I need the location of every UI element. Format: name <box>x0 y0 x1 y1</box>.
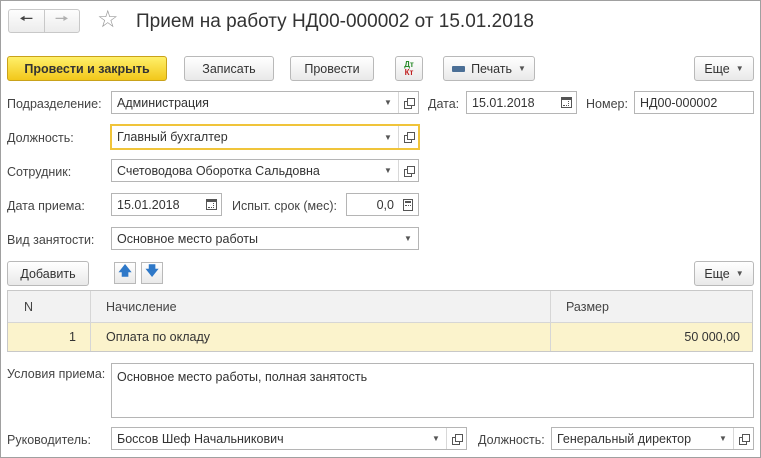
dt-kt-icon: Дт Кт <box>404 59 414 77</box>
column-accrual[interactable]: Начисление <box>106 291 177 323</box>
cell-n: 1 <box>69 330 76 344</box>
back-button[interactable]: 🠔 <box>9 10 45 32</box>
move-down-button[interactable]: 🡇 <box>141 262 163 284</box>
number-field[interactable]: НД00-000002 <box>634 91 754 114</box>
forward-arrow-icon: 🠖 <box>54 10 69 28</box>
cell-accrual: Оплата по окладу <box>106 330 211 344</box>
probation-field[interactable]: 0,0 <box>346 193 419 216</box>
caret-down-icon: ▼ <box>735 64 744 73</box>
post-button[interactable]: Провести <box>290 56 374 81</box>
more-button[interactable]: Еще ▼ <box>694 56 754 81</box>
arrow-up-icon: 🡅 <box>118 263 132 278</box>
hire-date-field[interactable]: 15.01.2018 <box>111 193 222 216</box>
division-label: Подразделение: <box>7 97 102 111</box>
conditions-textarea[interactable]: Основное место работы, полная занятость <box>111 363 754 418</box>
dropdown-icon[interactable]: ▼ <box>378 160 398 181</box>
open-icon[interactable] <box>398 126 418 148</box>
dropdown-icon[interactable]: ▼ <box>378 126 398 148</box>
conditions-label: Условия приема: <box>7 367 106 381</box>
manager-position-field[interactable]: Генеральный директор ▼ <box>551 427 754 450</box>
printer-icon <box>452 63 466 76</box>
table-row[interactable]: 1 Оплата по окладу 50 000,00 <box>8 323 752 351</box>
column-n[interactable]: N <box>24 291 33 323</box>
manager-position-label: Должность: <box>478 433 545 447</box>
cell-amount: 50 000,00 <box>684 330 740 344</box>
star-icon[interactable]: ☆ <box>97 6 119 34</box>
hire-date-label: Дата приема: <box>7 199 85 213</box>
add-button[interactable]: Добавить <box>7 261 89 286</box>
table-header: N Начисление Размер <box>8 291 752 323</box>
column-amount[interactable]: Размер <box>566 291 609 323</box>
open-icon[interactable] <box>446 428 466 449</box>
employment-type-field[interactable]: Основное место работы ▼ <box>111 227 419 250</box>
division-field[interactable]: Администрация ▼ <box>111 91 419 114</box>
date-field[interactable]: 15.01.2018 <box>466 91 577 114</box>
table-more-button[interactable]: Еще ▼ <box>694 261 754 286</box>
back-arrow-icon: 🠔 <box>19 10 34 28</box>
move-up-button[interactable]: 🡅 <box>114 262 136 284</box>
arrow-down-icon: 🡇 <box>145 263 159 278</box>
position-field[interactable]: Главный бухгалтер ▼ <box>110 124 420 150</box>
page-title: Прием на работу НД00-000002 от 15.01.201… <box>136 11 534 32</box>
calculator-icon[interactable] <box>398 194 418 215</box>
caret-down-icon: ▼ <box>735 269 744 278</box>
save-button[interactable]: Записать <box>184 56 274 81</box>
manager-label: Руководитель: <box>7 433 92 447</box>
print-button[interactable]: Печать ▼ <box>443 56 535 81</box>
position-label: Должность: <box>7 131 74 145</box>
employment-type-label: Вид занятости: <box>7 233 95 247</box>
calendar-icon[interactable] <box>201 194 221 215</box>
employee-field[interactable]: Счетоводова Оборотка Сальдовна ▼ <box>111 159 419 182</box>
navigation-group: 🠔 🠖 <box>8 9 80 33</box>
open-icon[interactable] <box>733 428 753 449</box>
employee-label: Сотрудник: <box>7 165 72 179</box>
post-and-close-button[interactable]: Провести и закрыть <box>7 56 167 81</box>
open-icon[interactable] <box>398 92 418 113</box>
date-label: Дата: <box>428 97 460 111</box>
caret-down-icon: ▼ <box>518 64 526 73</box>
dropdown-icon[interactable]: ▼ <box>398 228 418 249</box>
accruals-table: N Начисление Размер 1 Оплата по окладу 5… <box>7 290 753 352</box>
number-label: Номер: <box>586 97 628 111</box>
forward-button[interactable]: 🠖 <box>45 10 80 32</box>
dt-kt-button[interactable]: Дт Кт <box>395 56 423 81</box>
dropdown-icon[interactable]: ▼ <box>426 428 446 449</box>
dropdown-icon[interactable]: ▼ <box>378 92 398 113</box>
probation-label: Испыт. срок (мес): <box>232 199 337 213</box>
open-icon[interactable] <box>398 160 418 181</box>
calendar-icon[interactable] <box>556 92 576 113</box>
dropdown-icon[interactable]: ▼ <box>713 428 733 449</box>
manager-field[interactable]: Боссов Шеф Начальникович ▼ <box>111 427 467 450</box>
